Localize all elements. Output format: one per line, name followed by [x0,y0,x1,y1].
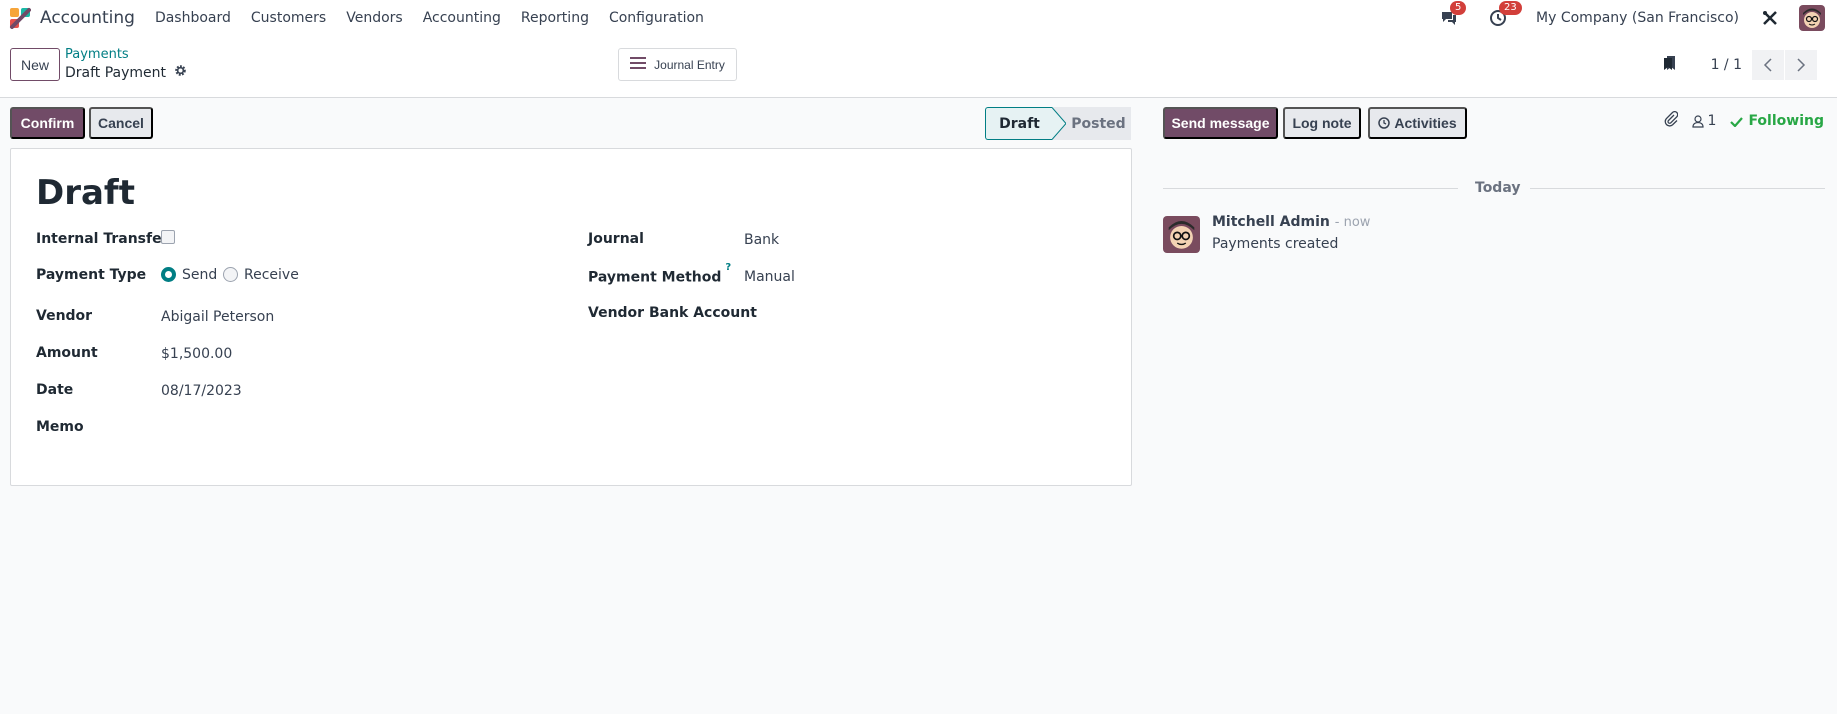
menu-vendors[interactable]: Vendors [346,10,402,26]
menu-dashboard[interactable]: Dashboard [155,10,231,26]
gear-icon[interactable] [174,64,187,81]
journal-field[interactable]: Bank [744,232,779,248]
journal-label: Journal [588,231,644,247]
payment-type-receive-radio[interactable] [223,267,238,282]
payment-method-field[interactable]: Manual [744,269,795,285]
vendor-bank-account-label: Vendor Bank Account [588,305,757,321]
payment-type-receive-label[interactable]: Receive [244,267,299,283]
amount-label: Amount [36,345,98,361]
stage-draft[interactable]: Draft [985,107,1053,140]
payment-method-help-icon[interactable]: ? [725,262,731,273]
vendor-field[interactable]: Abigail Peterson [161,309,274,325]
form-sheet: Draft Internal Transfer Payment Type Sen… [10,148,1132,486]
chatter-topbar-right: 1 Following [1664,110,1824,131]
memo-label: Memo [36,419,84,435]
chevron-right-icon [1797,58,1806,72]
date-divider-label: Today [1475,180,1521,196]
control-panel: New Payments Draft Payment Journal Entry… [0,36,1837,98]
top-navbar: Accounting Dashboard Customers Vendors A… [0,0,1837,36]
followers-button[interactable]: 1 [1691,113,1717,129]
check-icon [1730,116,1744,127]
date-divider-left [1163,188,1458,189]
message-time: - now [1334,215,1371,230]
payment-type-send-label[interactable]: Send [182,267,217,283]
following-button[interactable]: Following [1730,113,1824,129]
date-label: Date [36,382,74,398]
pager-next-button[interactable] [1785,50,1817,80]
internal-transfer-checkbox[interactable] [161,230,175,244]
record-title: Draft [36,173,135,213]
company-switcher[interactable]: My Company (San Francisco) [1536,10,1739,26]
activities-clock-icon[interactable]: 23 [1487,1,1522,29]
journal-entry-button[interactable]: Journal Entry [618,48,737,81]
navbar-systray: 5 23 My Company (San Francisco) [1438,0,1837,36]
internal-transfer-label: Internal Transfer [36,231,169,247]
activities-button[interactable]: Activities [1368,107,1467,139]
messages-badge: 5 [1450,1,1467,15]
date-field[interactable]: 08/17/2023 [161,383,242,399]
journal-entry-label: Journal Entry [654,57,725,72]
following-label: Following [1748,113,1824,129]
chevron-left-icon [1763,58,1772,72]
payment-type-send-radio[interactable] [161,267,176,282]
message-body: Payments created [1212,236,1339,252]
message-author-avatar[interactable] [1163,216,1200,253]
vendor-bank-account-field[interactable] [744,305,1104,323]
bookmark-icon[interactable] [1663,55,1677,75]
log-note-button[interactable]: Log note [1283,107,1361,139]
user-icon [1691,114,1704,128]
send-message-button[interactable]: Send message [1163,107,1278,139]
stage-posted[interactable]: Posted [1066,107,1131,140]
message-author-name[interactable]: Mitchell Admin [1212,214,1330,230]
breadcrumb-payments[interactable]: Payments [65,47,129,62]
date-divider-right [1530,188,1825,189]
confirm-button[interactable]: Confirm [10,107,85,139]
menu-accounting[interactable]: Accounting [423,10,501,26]
breadcrumb-current: Draft Payment [65,64,187,81]
debug-tools-icon[interactable] [1759,7,1781,29]
messages-icon[interactable]: 5 [1438,1,1467,29]
payment-type-label: Payment Type [36,267,147,283]
pager-value[interactable]: 1 / 1 [1711,57,1742,73]
breadcrumb-current-label: Draft Payment [65,64,167,81]
menu-customers[interactable]: Customers [251,10,326,26]
pager: 1 / 1 [1663,50,1817,80]
user-avatar[interactable] [1799,5,1825,31]
amount-field[interactable]: $1,500.00 [161,346,232,362]
app-name[interactable]: Accounting [40,8,135,28]
memo-field[interactable] [161,419,541,437]
menu-configuration[interactable]: Configuration [609,10,704,26]
cancel-button[interactable]: Cancel [89,107,153,139]
activities-badge: 23 [1499,1,1522,15]
clock-icon [1378,117,1391,129]
payment-method-label-text: Payment Method [588,269,722,286]
pager-previous-button[interactable] [1752,50,1784,80]
new-button[interactable]: New [10,48,60,81]
menu-reporting[interactable]: Reporting [521,10,589,26]
activities-label: Activities [1394,115,1457,131]
accounting-logo-icon[interactable] [9,7,31,29]
paperclip-icon[interactable] [1664,110,1678,131]
followers-count: 1 [1707,113,1717,129]
payment-method-label: Payment Method? [588,262,731,286]
vendor-label: Vendor [36,308,93,324]
message-author: Mitchell Admin - now [1212,214,1370,230]
menu-bars-icon [630,56,647,73]
